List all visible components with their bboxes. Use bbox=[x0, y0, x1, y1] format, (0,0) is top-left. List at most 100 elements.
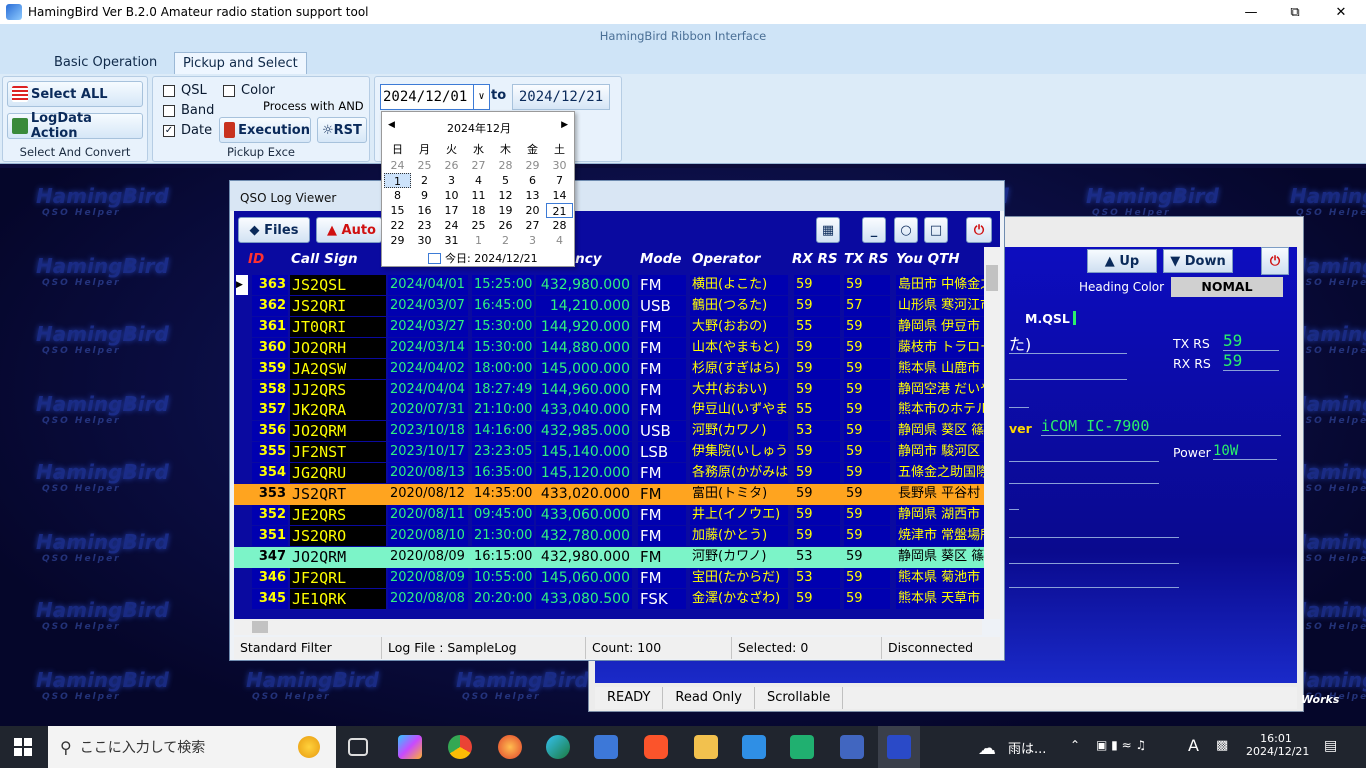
calendar-day[interactable]: 21 bbox=[546, 203, 573, 218]
restore-button[interactable]: ⧉ bbox=[1272, 0, 1318, 24]
calendar-day[interactable]: 7 bbox=[546, 173, 573, 188]
table-row[interactable]: 347 JO2QRM 2020/08/09 16:15:00 432,980.000 FM… bbox=[234, 546, 1000, 568]
calendar-day[interactable]: 20 bbox=[519, 203, 546, 218]
edge-icon[interactable] bbox=[546, 735, 570, 759]
app-icon[interactable] bbox=[594, 735, 618, 759]
up-button[interactable]: ▲ Up bbox=[1087, 249, 1157, 273]
calendar-day[interactable]: 25 bbox=[465, 218, 492, 233]
calendar-day[interactable]: 5 bbox=[492, 173, 519, 188]
calendar-day[interactable]: 28 bbox=[492, 158, 519, 173]
calendar-day[interactable]: 25 bbox=[411, 158, 438, 173]
table-row[interactable]: 353 JS2QRT 2020/08/12 14:35:00 433,020.000 FM… bbox=[234, 484, 1000, 505]
taskbar-search-input[interactable]: ⚲ ここに入力して検索 bbox=[48, 726, 336, 768]
maximize-icon[interactable]: □ bbox=[924, 217, 948, 243]
calendar-day[interactable]: 2 bbox=[492, 233, 519, 248]
table-row[interactable]: 361 JT0QRI 2024/03/27 15:30:00 144,920.000 FM… bbox=[234, 316, 1000, 338]
date-to-picker[interactable]: 2024/12/21 bbox=[512, 84, 610, 110]
calendar-day[interactable]: 1 bbox=[384, 173, 411, 188]
calendar-day[interactable]: 23 bbox=[411, 218, 438, 233]
tray-icons[interactable]: ▣ ▮ ≈ ♫ bbox=[1096, 738, 1146, 752]
calculator-icon[interactable]: ▦ bbox=[816, 217, 840, 243]
calendar-day[interactable]: 13 bbox=[519, 188, 546, 203]
calendar-day[interactable]: 30 bbox=[411, 233, 438, 248]
close-button[interactable]: ✕ bbox=[1318, 0, 1364, 24]
tab-basic-operation[interactable]: Basic Operation bbox=[46, 52, 165, 74]
color-checkbox[interactable]: Color bbox=[223, 83, 275, 98]
table-row[interactable]: 363 JS2QSL 2024/04/01 15:25:00 432,980.000 FM… bbox=[234, 275, 1000, 296]
calendar-day[interactable]: 8 bbox=[384, 188, 411, 203]
calendar-day[interactable]: 10 bbox=[438, 188, 465, 203]
execution-button[interactable]: Execution bbox=[219, 117, 311, 143]
calendar-day[interactable]: 15 bbox=[384, 203, 411, 218]
band-checkbox[interactable]: Band bbox=[163, 103, 214, 118]
calendar-day[interactable]: 12 bbox=[492, 188, 519, 203]
select-all-button[interactable]: Select ALL bbox=[7, 81, 143, 107]
folder-icon[interactable] bbox=[694, 735, 718, 759]
col-rx-rs[interactable]: RX RS bbox=[792, 251, 838, 271]
table-row[interactable]: 356 JO2QRM 2023/10/18 14:16:00 432,985.000 US… bbox=[234, 421, 1000, 442]
table-row[interactable]: 362 JS2QRI 2024/03/07 16:45:00 14,210.000 USB… bbox=[234, 295, 1000, 317]
calendar-day[interactable]: 26 bbox=[492, 218, 519, 233]
table-row[interactable]: 359 JA2QSW 2024/04/02 18:00:00 145,000.000 FM… bbox=[234, 358, 1000, 380]
restore-icon[interactable]: ○ bbox=[894, 217, 918, 243]
calc-icon[interactable] bbox=[840, 735, 864, 759]
next-month-icon[interactable]: ▶ bbox=[561, 120, 568, 130]
clock[interactable]: 16:01 2024/12/21 bbox=[1246, 732, 1309, 758]
date-checkbox[interactable]: ✓ Date bbox=[163, 123, 212, 138]
chevron-down-icon[interactable]: ∨ bbox=[473, 85, 489, 109]
down-button[interactable]: ▼ Down bbox=[1163, 249, 1233, 273]
calendar-day[interactable]: 11 bbox=[465, 188, 492, 203]
calendar-day[interactable]: 3 bbox=[519, 233, 546, 248]
calendar-day[interactable]: 1 bbox=[465, 233, 492, 248]
calendar-day[interactable]: 31 bbox=[438, 233, 465, 248]
calendar-day[interactable]: 6 bbox=[519, 173, 546, 188]
col-you-qth[interactable]: You QTH bbox=[896, 251, 960, 271]
tab-pickup-and-select[interactable]: Pickup and Select bbox=[174, 52, 307, 74]
auto-button[interactable]: ▲ Auto bbox=[316, 217, 382, 243]
table-row[interactable]: 360 JO2QRH 2024/03/14 15:30:00 144,880.000 FM… bbox=[234, 337, 1000, 359]
table-row[interactable]: 346 JF2QRL 2020/08/09 10:55:00 145,060.000 FM… bbox=[234, 567, 1000, 589]
calendar-day[interactable]: 2 bbox=[411, 173, 438, 188]
notes-icon[interactable] bbox=[790, 735, 814, 759]
weather-text[interactable]: 雨は... bbox=[1008, 738, 1046, 757]
vertical-scrollbar[interactable] bbox=[984, 247, 1000, 619]
firefox-icon[interactable] bbox=[498, 735, 522, 759]
calendar-day[interactable]: 14 bbox=[546, 188, 573, 203]
minimize-icon[interactable]: _ bbox=[862, 217, 886, 243]
table-row[interactable]: 357 JK2QRA 2020/07/31 21:10:00 433,040.000 FM… bbox=[234, 400, 1000, 421]
windows-start-icon[interactable] bbox=[14, 738, 32, 756]
calendar-day[interactable]: 24 bbox=[384, 158, 411, 173]
chrome-icon[interactable] bbox=[448, 735, 472, 759]
col-tx-rs[interactable]: TX RS bbox=[844, 251, 888, 271]
calendar-day[interactable]: 29 bbox=[519, 158, 546, 173]
calendar-day[interactable]: 22 bbox=[384, 218, 411, 233]
calendar-day[interactable]: 27 bbox=[519, 218, 546, 233]
calendar-day[interactable]: 24 bbox=[438, 218, 465, 233]
calendar-day[interactable]: 18 bbox=[465, 203, 492, 218]
logdata-action-button[interactable]: LogData Action bbox=[7, 111, 143, 141]
table-row[interactable]: 358 JJ2QRS 2024/04/04 18:27:49 144,960.000 FM… bbox=[234, 379, 1000, 401]
calendar-day[interactable]: 27 bbox=[465, 158, 492, 173]
table-row[interactable]: 345 JE1QRK 2020/08/08 20:20:00 433,080.500 FS… bbox=[234, 588, 1000, 610]
calendar-day[interactable]: 16 bbox=[411, 203, 438, 218]
col-operator[interactable]: Operator bbox=[692, 251, 760, 271]
ime-indicator[interactable]: A bbox=[1188, 736, 1199, 755]
table-row[interactable]: 351 JS2QRO 2020/08/10 21:30:00 432,780.000 FM… bbox=[234, 525, 1000, 547]
calendar-day[interactable]: 29 bbox=[384, 233, 411, 248]
scroll-thumb[interactable] bbox=[986, 265, 998, 291]
table-row[interactable]: 352 JE2QRS 2020/08/11 09:45:00 433,060.000 FM… bbox=[234, 504, 1000, 526]
calendar-day[interactable]: 19 bbox=[492, 203, 519, 218]
calendar-day[interactable]: 3 bbox=[438, 173, 465, 188]
vscode-icon[interactable] bbox=[742, 735, 766, 759]
qsl-checkbox[interactable]: QSL bbox=[163, 83, 207, 98]
calendar-day[interactable]: 4 bbox=[465, 173, 492, 188]
calendar-day[interactable]: 4 bbox=[546, 233, 573, 248]
table-row[interactable]: 355 JF2NST 2023/10/17 23:23:05 145,140.000 LS… bbox=[234, 442, 1000, 463]
horizontal-scrollbar[interactable] bbox=[234, 619, 982, 635]
ime-icon[interactable]: ▩ bbox=[1216, 738, 1228, 753]
power-icon[interactable]: ⏻ bbox=[1261, 247, 1289, 275]
col-call-sign[interactable]: Call Sign bbox=[291, 251, 358, 271]
calendar-day[interactable]: 26 bbox=[438, 158, 465, 173]
col-mode[interactable]: Mode bbox=[640, 251, 682, 271]
heading-color-select[interactable]: NOMAL bbox=[1171, 277, 1283, 297]
